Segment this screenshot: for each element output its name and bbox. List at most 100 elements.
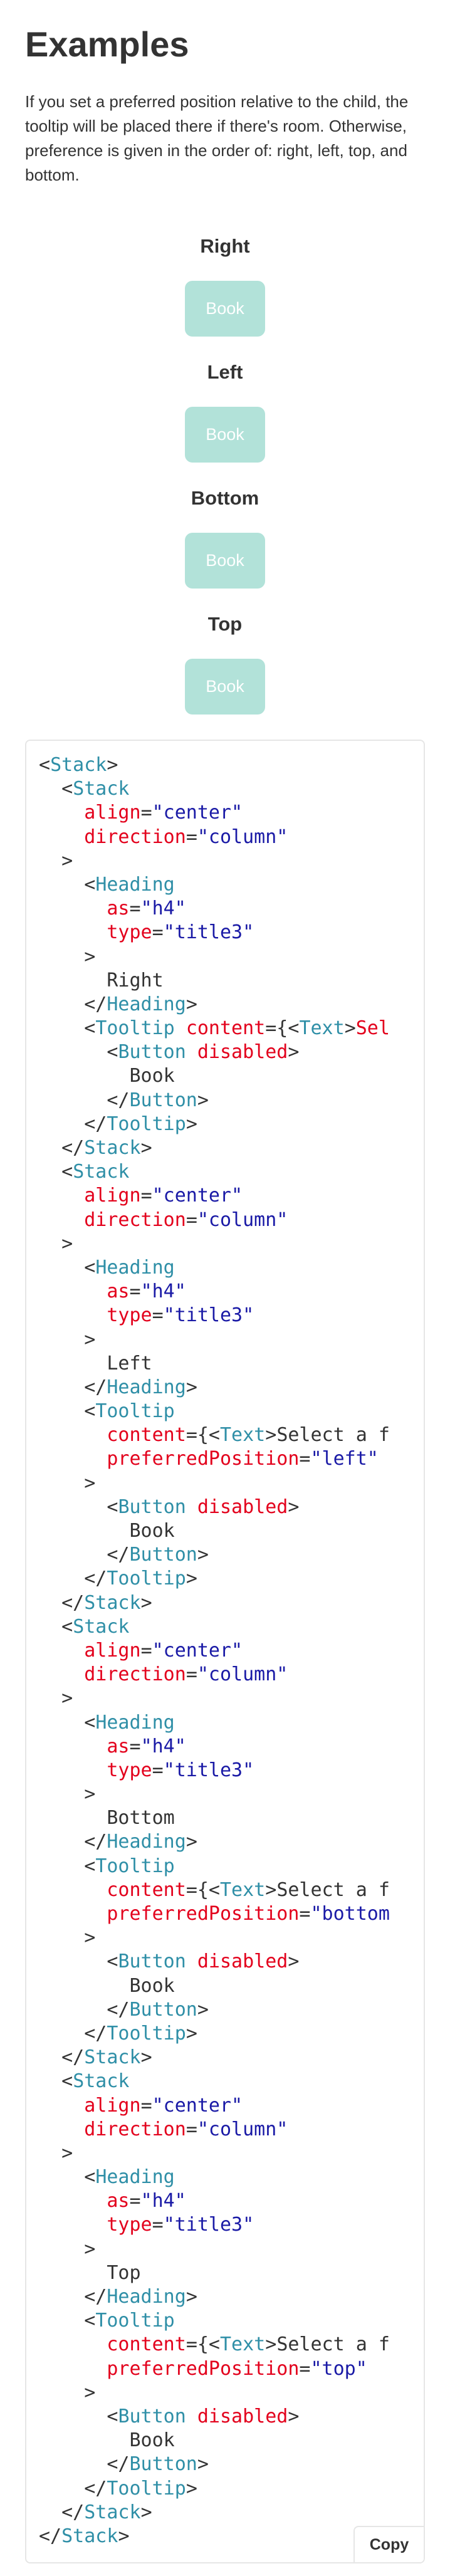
code-line: </Heading> — [39, 2285, 390, 2309]
book-button-top[interactable]: Book — [185, 659, 265, 715]
code-line: direction="column" — [39, 2118, 390, 2142]
code-punct-token: </ — [84, 2286, 107, 2308]
code-punct-token: > — [118, 2525, 130, 2547]
code-punct-token: = — [152, 2214, 164, 2236]
code-line: Book — [39, 2429, 390, 2453]
code-attr-token: disabled — [197, 1495, 288, 1518]
demo-heading-top: Top — [207, 613, 243, 635]
code-tag-token: Stack — [73, 1615, 130, 1638]
code-tag-token: Heading — [95, 2166, 175, 2189]
code-line: > — [39, 1472, 390, 1495]
code-line: <Tooltip — [39, 1400, 390, 1423]
code-punct-token: </ — [107, 1544, 130, 1566]
code-punct-token: </ — [107, 2453, 130, 2476]
code-attr-token: content — [107, 1424, 186, 1447]
page-title: Examples — [25, 24, 189, 64]
code-line: <Stack — [39, 777, 390, 801]
code-line: Book — [39, 1519, 390, 1543]
code-line: <Heading — [39, 2165, 390, 2189]
code-punct-token: > — [140, 1591, 152, 1614]
book-button-right[interactable]: Book — [185, 281, 265, 337]
code-attr-token: disabled — [197, 1041, 288, 1064]
code-punct-token: > — [197, 1544, 209, 1566]
code-punct-token: < — [61, 778, 73, 800]
code-attr-token: content — [186, 1017, 266, 1040]
code-punct-token: < — [61, 2070, 73, 2093]
code-line: align="center" — [39, 2094, 390, 2118]
code-line: direction="column" — [39, 825, 390, 849]
code-punct-token: = — [299, 1448, 311, 1470]
code-punct-token: = — [299, 1903, 311, 1925]
code-punct-token: = — [129, 898, 141, 920]
code-punct-token: > — [84, 1927, 96, 1949]
code-tag-token: Stack — [84, 2046, 141, 2069]
code-line: > — [39, 2238, 390, 2261]
code-line: </Tooltip> — [39, 2477, 390, 2501]
code-string-token: "left" — [310, 1448, 379, 1470]
code-attr-token: as — [107, 2190, 130, 2212]
code-punct-token: < — [107, 1041, 118, 1064]
code-punct-token: </ — [84, 1113, 107, 1135]
code-tag-token: Stack — [73, 1161, 130, 1183]
code-punct-token: > — [140, 2046, 152, 2069]
code-line: > — [39, 2142, 390, 2165]
code-tag-token: Tooltip — [95, 1400, 175, 1423]
code-line: type="title3" — [39, 2213, 390, 2237]
code-attr-token: disabled — [197, 2405, 288, 2427]
code-punct-token: = — [152, 921, 164, 944]
code-punct-token: </ — [84, 1831, 107, 1853]
code-text-token: Select a f — [276, 1878, 390, 1901]
code-punct-token: > — [265, 1424, 277, 1447]
code-attr-token: type — [107, 1759, 152, 1781]
code-line: <Button disabled> — [39, 1040, 390, 1064]
code-line: <Tooltip — [39, 2309, 390, 2333]
code-punct-token: </ — [61, 2501, 85, 2523]
book-button-left[interactable]: Book — [185, 407, 265, 463]
code-tag-token: Heading — [107, 1831, 186, 1853]
code-tag-token: Button — [129, 1544, 197, 1566]
code-line: as="h4" — [39, 1735, 390, 1759]
code-line: </Heading> — [39, 1376, 390, 1400]
code-punct-token: </ — [61, 2046, 85, 2069]
code-string-token: "h4" — [140, 2190, 186, 2212]
book-button-bottom[interactable]: Book — [185, 533, 265, 589]
copy-button[interactable]: Copy — [353, 2526, 424, 2562]
code-string-token: "h4" — [140, 898, 186, 920]
code-line: > — [39, 849, 390, 873]
demo-left: Left Book — [0, 361, 450, 463]
code-punct-token: > — [288, 2405, 300, 2427]
code-text-token: Book — [39, 2429, 175, 2452]
code-line: <Button disabled> — [39, 2405, 390, 2429]
code-punct-token: > — [84, 2238, 96, 2260]
code-punct-token: </ — [107, 1998, 130, 2021]
code-punct-token: < — [84, 1017, 96, 1040]
code-line: <Stack — [39, 1160, 390, 1184]
code-string-token: "title3" — [163, 2214, 254, 2236]
code-punct-token: = — [129, 1735, 141, 1757]
code-punct-token: > — [197, 2453, 209, 2476]
code-tag-token: Stack — [61, 2525, 118, 2547]
code-punct-token: > — [61, 1232, 73, 1255]
code-punct-token: > — [186, 2477, 197, 2500]
code-punct-token: > — [197, 1089, 209, 1111]
code-line: <Heading — [39, 1256, 390, 1280]
code-tag-token: Text — [220, 2333, 266, 2356]
code-line: content={<Text>Select a f — [39, 2333, 390, 2357]
code-tag-token: Button — [118, 1041, 186, 1064]
demo-heading-bottom: Bottom — [191, 487, 259, 509]
code-punct-token: </ — [84, 1376, 107, 1398]
